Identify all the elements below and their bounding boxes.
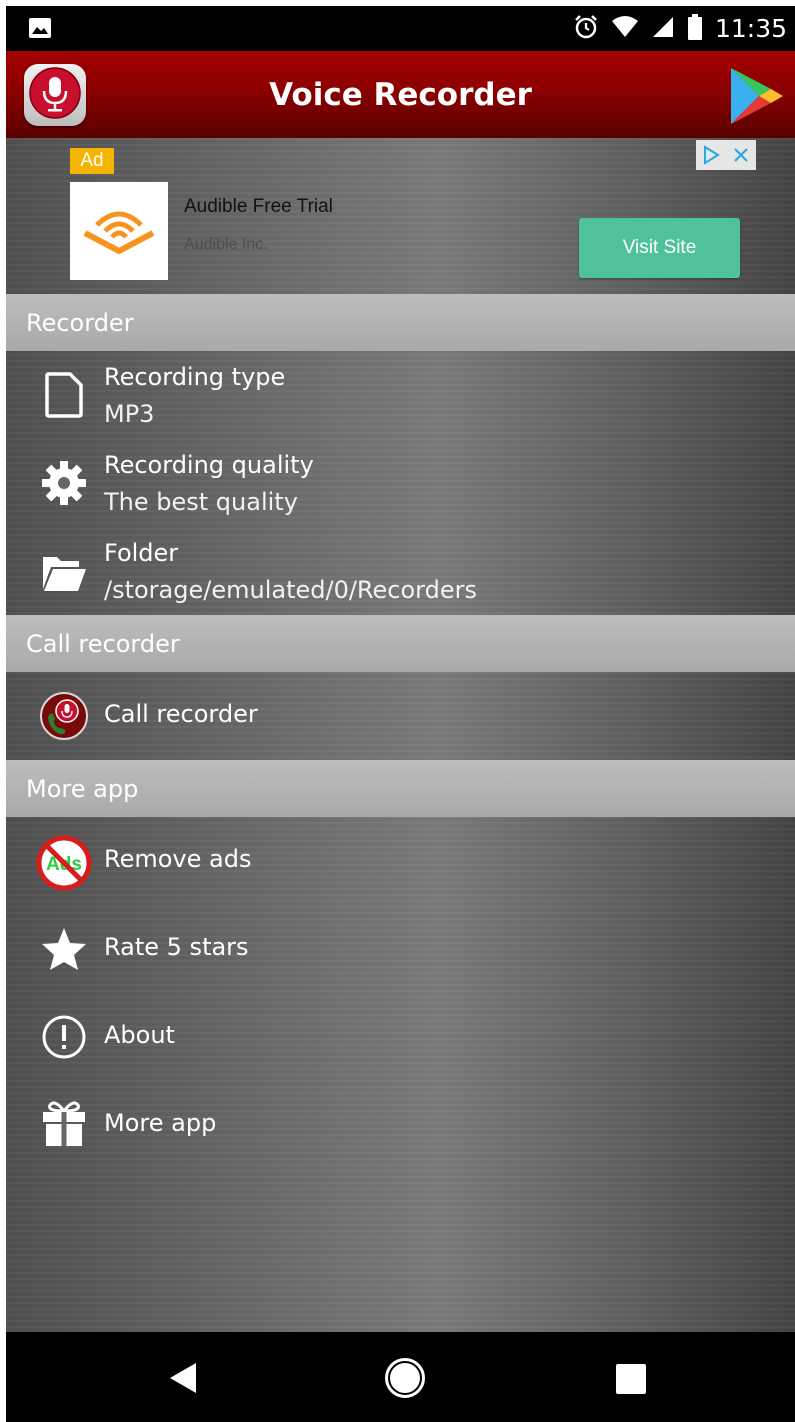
recents-icon[interactable] — [616, 1364, 646, 1394]
ad-badge: Ad — [70, 148, 114, 174]
home-icon — [383, 1358, 427, 1404]
rate-label: Rate 5 stars — [104, 933, 249, 961]
wifi-icon — [611, 15, 639, 43]
setting-call-recorder[interactable]: Call recorder — [6, 672, 795, 760]
app-logo[interactable] — [24, 64, 86, 126]
play-store-icon — [727, 68, 785, 130]
app-bar: Voice Recorder — [6, 51, 795, 140]
microphone-icon — [29, 67, 81, 123]
about-label: About — [104, 1021, 175, 1049]
setting-about[interactable]: About — [6, 993, 795, 1081]
recording-type-label: Recording type — [104, 363, 286, 391]
recording-quality-label: Recording quality — [104, 451, 314, 479]
navigation-bar — [6, 1332, 795, 1422]
ad-choices[interactable] — [696, 140, 756, 170]
call-recorder-icon — [40, 692, 88, 740]
status-time: 11:35 — [714, 14, 787, 43]
settings-content: Ad Audible Free Trial Audible Inc. Visit… — [6, 138, 795, 1332]
play-store-button[interactable] — [727, 66, 785, 126]
adchoices-icon[interactable] — [696, 140, 726, 170]
status-bar: 11:35 — [6, 6, 795, 51]
image-icon — [28, 17, 52, 39]
section-header-recorder: Recorder — [6, 294, 795, 351]
ad-advertiser: Audible Inc. — [184, 236, 268, 253]
remove-ads-label: Remove ads — [104, 845, 252, 873]
status-icons: 11:35 — [573, 6, 787, 51]
more-app-label: More app — [104, 1109, 217, 1137]
file-icon — [40, 371, 88, 419]
audible-icon — [79, 199, 159, 263]
setting-recording-type[interactable]: Recording type MP3 — [6, 351, 795, 439]
folder-label: Folder — [104, 539, 179, 567]
setting-remove-ads[interactable]: Ads Remove ads — [6, 817, 795, 905]
alarm-icon — [573, 14, 599, 44]
setting-rate-5-stars[interactable]: Rate 5 stars — [6, 905, 795, 993]
no-ads-icon: Ads — [36, 835, 92, 891]
gift-icon — [40, 1099, 88, 1147]
folder-icon — [40, 549, 88, 597]
star-icon — [40, 925, 88, 973]
recording-type-value: MP3 — [104, 400, 155, 428]
ad-banner[interactable]: Ad Audible Free Trial Audible Inc. Visit… — [6, 138, 795, 294]
call-recorder-label: Call recorder — [104, 700, 258, 728]
app-title: Voice Recorder — [269, 76, 532, 113]
back-button[interactable] — [168, 1362, 198, 1398]
section-header-more-app: More app — [6, 760, 795, 817]
home-button[interactable] — [383, 1356, 427, 1404]
setting-more-app[interactable]: More app — [6, 1081, 795, 1169]
recording-quality-value: The best quality — [104, 488, 298, 516]
phone-screen: 11:35 Voice Recorder Ad Audible Free Tri… — [6, 6, 795, 1422]
setting-recording-quality[interactable]: Recording quality The best quality — [6, 439, 795, 527]
close-ad-icon[interactable] — [726, 140, 756, 170]
visit-site-button[interactable]: Visit Site — [579, 218, 740, 278]
audible-logo — [70, 182, 168, 280]
battery-icon — [687, 13, 703, 44]
folder-path: /storage/emulated/0/Recorders — [104, 576, 477, 604]
back-icon — [168, 1363, 198, 1398]
section-header-call-recorder: Call recorder — [6, 615, 795, 672]
ad-title[interactable]: Audible Free Trial — [184, 196, 333, 218]
gear-icon — [40, 459, 88, 507]
cell-signal-icon — [651, 15, 675, 43]
info-icon — [40, 1013, 88, 1061]
setting-folder[interactable]: Folder /storage/emulated/0/Recorders — [6, 527, 795, 615]
